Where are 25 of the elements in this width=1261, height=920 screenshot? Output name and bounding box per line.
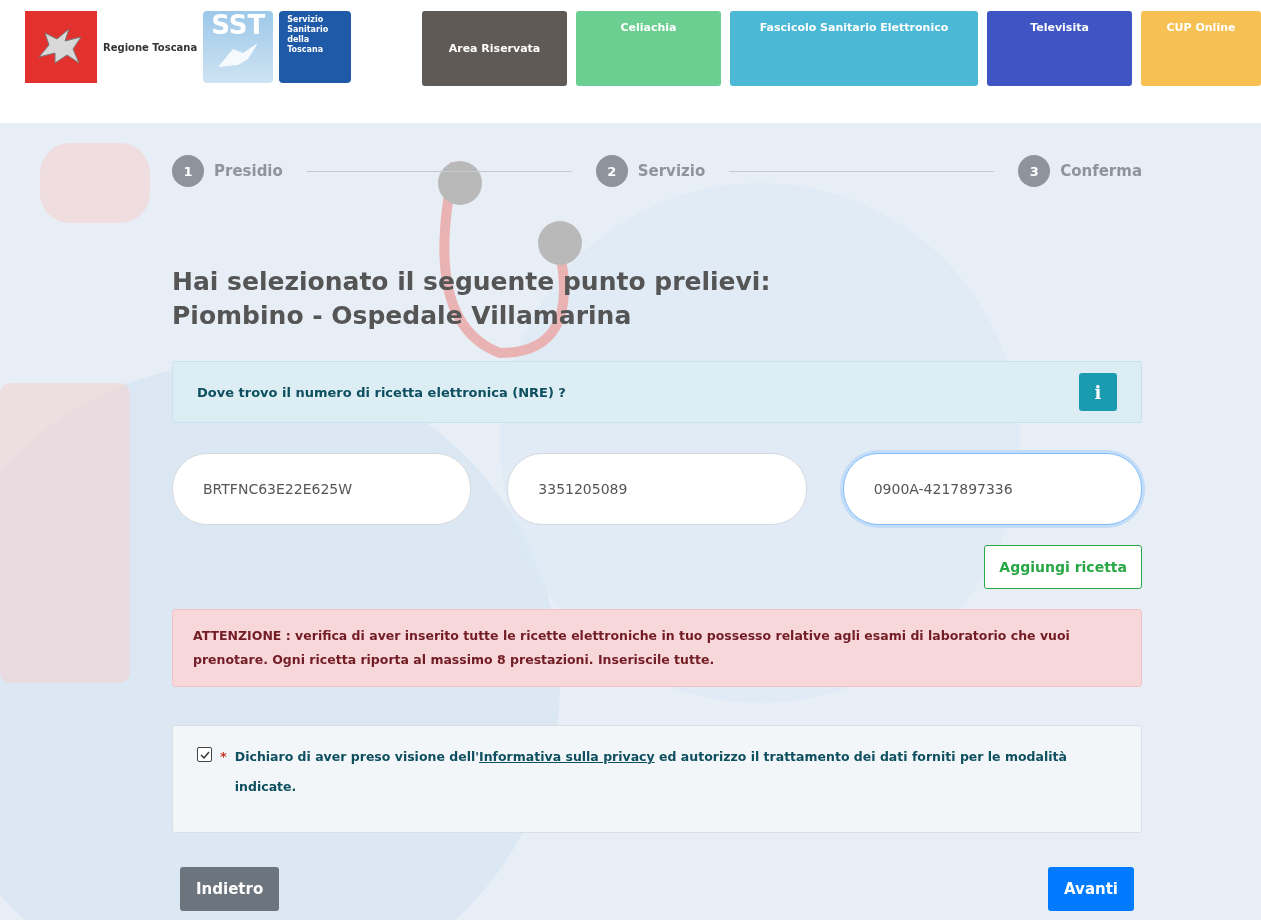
sst-logo: SST [203,11,274,83]
checkbox[interactable] [197,747,212,762]
sst-name: Servizio Sanitario della Toscana [279,11,352,83]
input-field[interactable]: 0900A-4217897336 [842,453,1142,525]
nav-button[interactable]: Televisita [987,11,1132,86]
region-name: Regione Toscana [103,41,198,53]
step-label: Presidio [214,162,283,180]
step-number: 1 [172,155,204,187]
privacy-link[interactable]: Informativa sulla privacy [479,749,655,764]
back-button[interactable]: Indietro [180,867,280,911]
page-title: Hai selezionato il seguente punto prelievi: Piombino - Ospedale Villamarina [172,266,772,332]
step-number: 2 [595,155,628,187]
input-field[interactable]: 3351205089 [507,453,807,525]
info-button[interactable]: i [1079,373,1117,411]
next-button[interactable]: Avanti [1048,867,1134,911]
step-label: Servizio [637,162,706,180]
step-label: Conferma [1060,162,1142,180]
nav-button[interactable]: Area Riservata [422,11,567,86]
info-text: Dove trovo il numero di ricetta elettronica (NRE) ? [197,384,566,400]
add-prescription-button[interactable]: Aggiungi ricetta [984,545,1142,589]
step-number: 3 [1018,155,1051,187]
warning-alert: ATTENZIONE : verifica di aver inserito tutte le ricette elettroniche in tuo possesso relative agli esami di laboratorio che vuoi prenotare. Ogni ricetta riporta al massimo 8 prestazioni. Inseriscile tutte. [172,609,1142,687]
consent-text: Dichiaro di aver preso visione dell'Informativa sulla privacy ed autorizzo il trattamento dei dati forniti per le modalità indicate. [234,748,1068,796]
input-field[interactable]: BRTFNC63E22E625W [172,453,472,525]
required-mark: * [220,748,227,766]
